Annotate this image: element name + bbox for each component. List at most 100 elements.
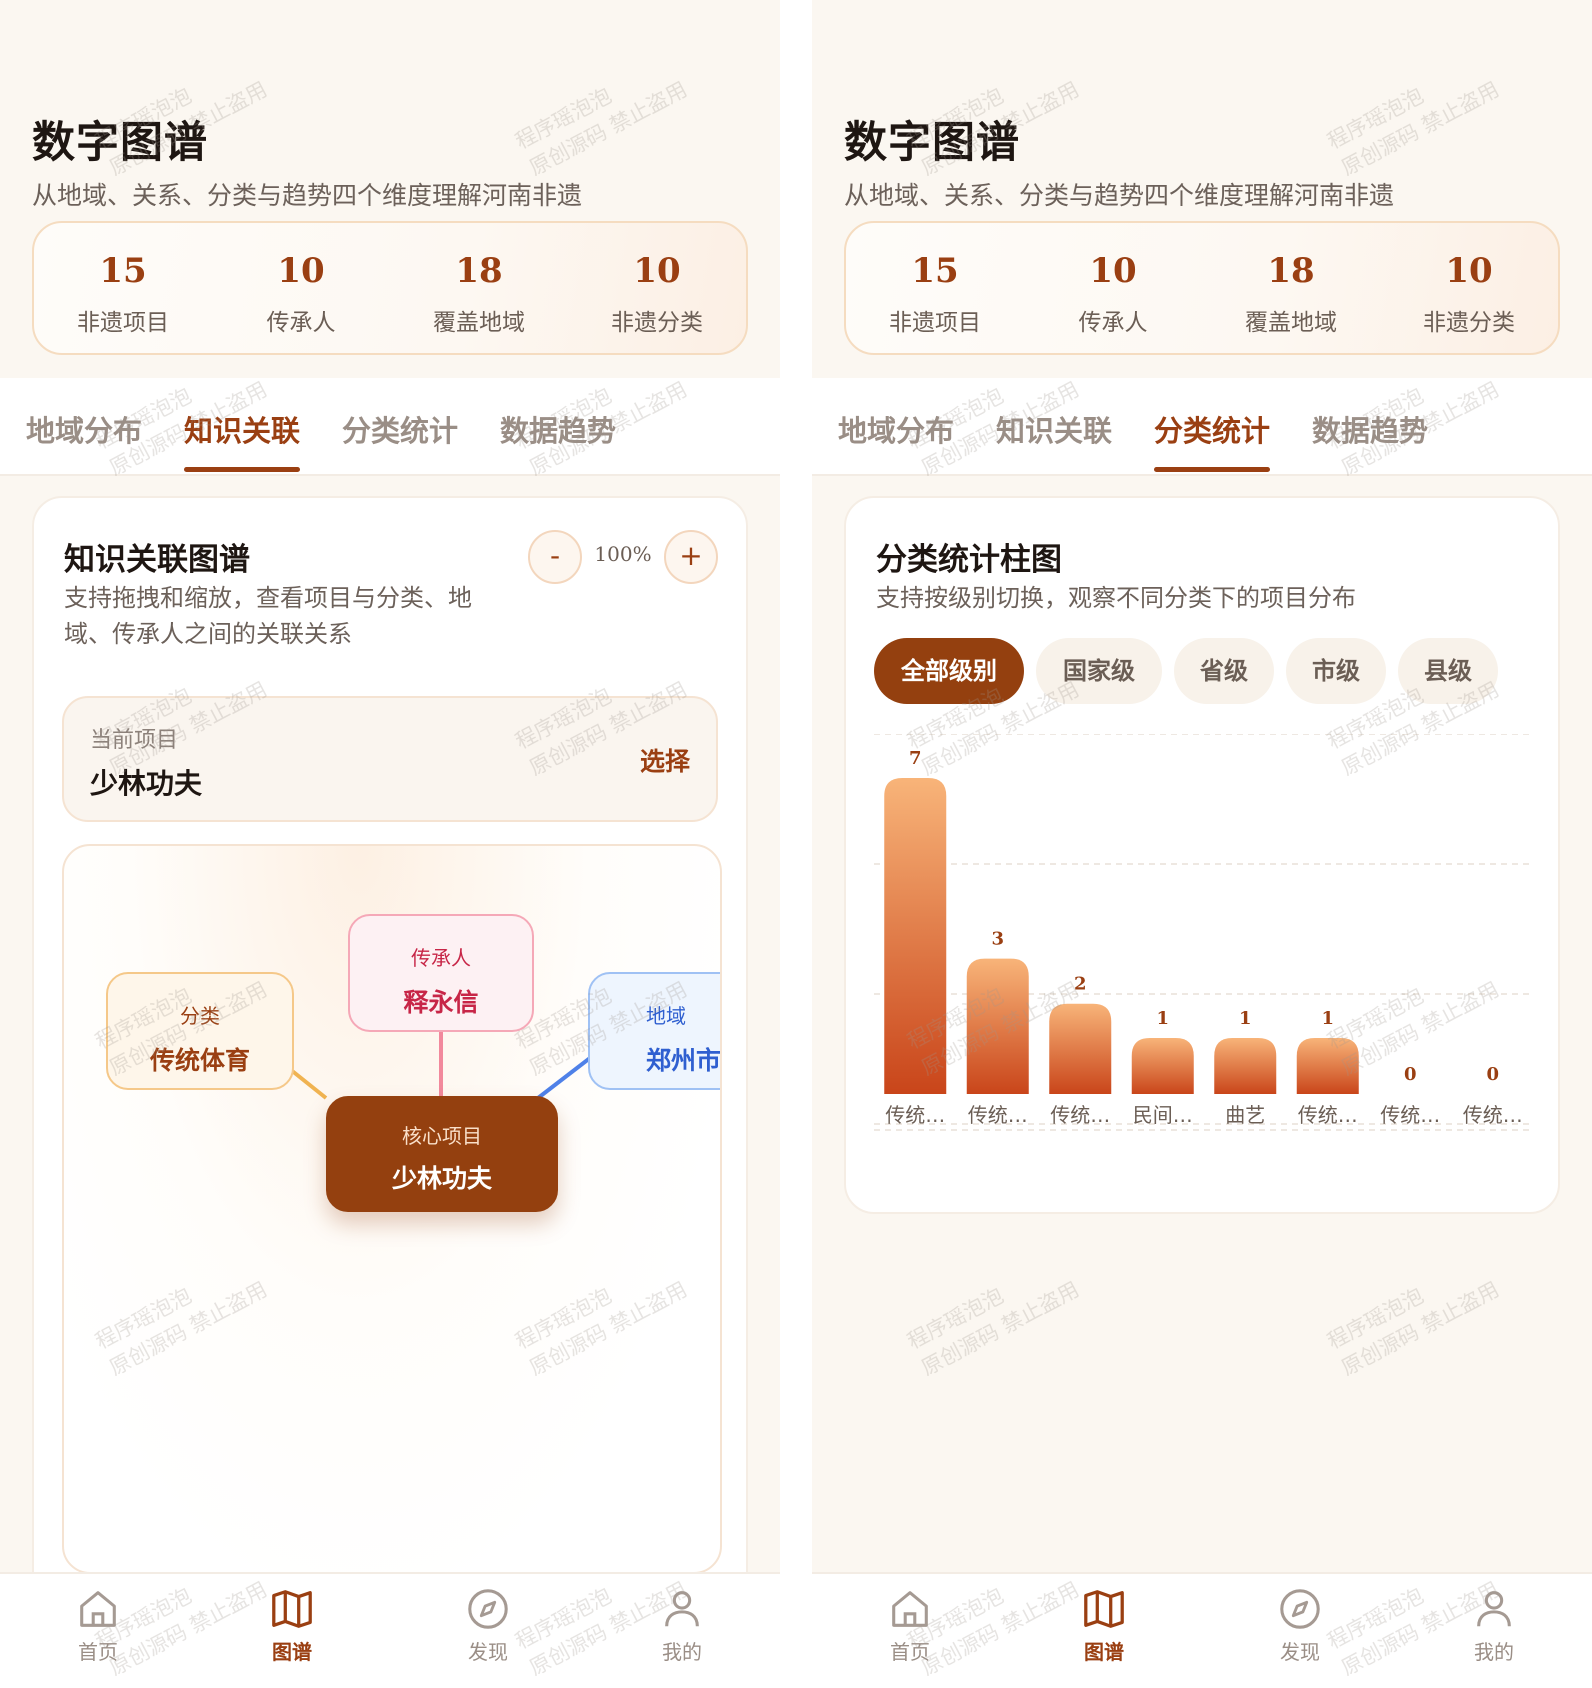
tabbar-discover[interactable]: 发现 bbox=[428, 1586, 548, 1665]
tab-knowledge[interactable]: 知识关联 bbox=[996, 408, 1112, 450]
page-title: 数字图谱 bbox=[844, 118, 1020, 168]
compass-icon bbox=[468, 1589, 508, 1629]
bar[interactable] bbox=[966, 958, 1029, 1094]
filter-provincial[interactable]: 省级 bbox=[1174, 638, 1274, 704]
bar[interactable] bbox=[1131, 1038, 1194, 1094]
stat-label: 非遗分类 bbox=[1423, 310, 1515, 336]
node-kind: 地域 bbox=[646, 1004, 686, 1028]
bar-value-label: 7 bbox=[909, 748, 922, 769]
tab-category[interactable]: 分类统计 bbox=[342, 408, 458, 450]
tabbar-profile[interactable]: 我的 bbox=[1434, 1586, 1554, 1665]
stat-label: 覆盖地域 bbox=[1245, 310, 1337, 336]
tabbar-label: 发现 bbox=[1280, 1640, 1320, 1664]
edge-region bbox=[536, 1056, 592, 1100]
tab-knowledge[interactable]: 知识关联 bbox=[184, 408, 301, 472]
tabbar-home[interactable]: 首页 bbox=[850, 1586, 970, 1665]
stat-inheritors: 10 传承人 bbox=[212, 223, 390, 353]
stat-label: 非遗项目 bbox=[77, 310, 169, 336]
current-project-label: 当前项目 bbox=[90, 728, 179, 753]
tab-region[interactable]: 地域分布 bbox=[26, 408, 142, 450]
watermark: 程序瑶泡泡 原创源码 禁止盗用 bbox=[1323, 1277, 1503, 1381]
node-category[interactable]: 分类 传统体育 bbox=[106, 972, 294, 1090]
screen-category-stats: 数字图谱 从地域、关系、分类与趋势四个维度理解河南非遗 15 非遗项目 10 传… bbox=[812, 0, 1592, 1688]
graph-canvas[interactable]: 分类 传统体育 传承人 释永信 地域 郑州市 核心项目 少林功夫 bbox=[62, 844, 722, 1574]
bar[interactable] bbox=[1296, 1038, 1359, 1094]
card-description-line: 支持拖拽和缩放，查看项目与分类、地 bbox=[64, 584, 472, 612]
stat-value: 10 bbox=[633, 251, 681, 291]
tabbar-label: 图谱 bbox=[1084, 1640, 1124, 1664]
user-icon bbox=[665, 1591, 699, 1627]
tabbar-label: 首页 bbox=[890, 1640, 930, 1664]
stat-value: 18 bbox=[1267, 251, 1315, 291]
stat-projects: 15 非遗项目 bbox=[34, 223, 212, 353]
node-region[interactable]: 地域 郑州市 bbox=[588, 972, 720, 1090]
bar[interactable] bbox=[884, 778, 947, 1094]
page-header: 数字图谱 从地域、关系、分类与趋势四个维度理解河南非遗 15 非遗项目 10 传… bbox=[0, 0, 780, 378]
bar-value-label: 0 bbox=[1486, 1064, 1499, 1085]
bar-chart-svg: 7 传统… 3 传统… 2 传统… 1 民间… 1 曲艺 1 传统… 0 传统… 0 传统… bbox=[874, 734, 1534, 1131]
tabbar-label: 我的 bbox=[662, 1640, 702, 1664]
stat-label: 传承人 bbox=[266, 310, 336, 336]
bar[interactable] bbox=[1049, 1003, 1112, 1094]
tab-trend[interactable]: 数据趋势 bbox=[500, 408, 616, 450]
stat-value: 10 bbox=[1445, 251, 1493, 291]
current-project-box: 当前项目 少林功夫 选择 bbox=[62, 696, 718, 822]
stat-categories: 10 非遗分类 bbox=[568, 223, 746, 353]
node-inheritor[interactable]: 传承人 释永信 bbox=[348, 914, 534, 1032]
tabbar-label: 发现 bbox=[468, 1640, 508, 1664]
bar[interactable] bbox=[1214, 1038, 1277, 1094]
home-icon bbox=[892, 1591, 928, 1627]
node-kind: 分类 bbox=[180, 1004, 220, 1028]
zoom-level: 100% bbox=[594, 542, 652, 566]
tab-trend[interactable]: 数据趋势 bbox=[1312, 408, 1428, 450]
tab-bar: 地域分布 知识关联 分类统计 数据趋势 bbox=[812, 378, 1592, 476]
bar-value-label: 3 bbox=[991, 929, 1004, 950]
bar-value-label: 1 bbox=[1321, 1008, 1334, 1029]
zoom-out-button[interactable]: - bbox=[528, 530, 582, 584]
tabbar-label: 图谱 bbox=[272, 1640, 312, 1664]
tabbar-label: 首页 bbox=[78, 1640, 118, 1664]
card-title: 知识关联图谱 bbox=[64, 542, 250, 578]
bottom-tabbar: 首页 图谱 发现 我的 bbox=[0, 1572, 780, 1688]
node-kind: 核心项目 bbox=[402, 1124, 482, 1148]
tabbar-graph[interactable]: 图谱 bbox=[232, 1586, 352, 1665]
map-icon bbox=[272, 1590, 312, 1628]
filter-all-levels[interactable]: 全部级别 bbox=[874, 638, 1024, 704]
tab-category[interactable]: 分类统计 bbox=[1154, 408, 1271, 472]
stat-value: 10 bbox=[1089, 251, 1137, 291]
node-value: 少林功夫 bbox=[391, 1164, 492, 1193]
stat-label: 覆盖地域 bbox=[433, 310, 525, 336]
bar-value-label: 1 bbox=[1156, 1008, 1169, 1029]
current-project-name: 少林功夫 bbox=[90, 767, 203, 800]
tab-bar: 地域分布 知识关联 分类统计 数据趋势 bbox=[0, 378, 780, 476]
filter-city[interactable]: 市级 bbox=[1286, 638, 1386, 704]
tab-region[interactable]: 地域分布 bbox=[838, 408, 954, 450]
stats-card: 15 非遗项目 10 传承人 18 覆盖地域 10 非遗分类 bbox=[32, 221, 748, 355]
filter-county[interactable]: 县级 bbox=[1398, 638, 1498, 704]
select-project-button[interactable]: 选择 bbox=[640, 742, 690, 778]
node-value: 释永信 bbox=[403, 988, 479, 1017]
stat-inheritors: 10 传承人 bbox=[1024, 223, 1202, 353]
tabbar-home[interactable]: 首页 bbox=[38, 1586, 158, 1665]
bottom-tabbar: 首页 图谱 发现 我的 bbox=[812, 1572, 1592, 1688]
tabbar-label: 我的 bbox=[1474, 1640, 1514, 1664]
home-icon bbox=[80, 1591, 116, 1627]
stat-label: 非遗项目 bbox=[889, 310, 981, 336]
card-title: 分类统计柱图 bbox=[876, 542, 1062, 578]
x-tick-label: 传统… bbox=[885, 1103, 945, 1127]
bar-chart: 7 传统… 3 传统… 2 传统… 1 民间… 1 曲艺 1 传统… 0 传统… 0 传统… bbox=[874, 734, 1534, 1154]
screen-knowledge-graph: 数字图谱 从地域、关系、分类与趋势四个维度理解河南非遗 15 非遗项目 10 传… bbox=[0, 0, 780, 1688]
stat-value: 15 bbox=[911, 251, 959, 291]
filter-national[interactable]: 国家级 bbox=[1036, 638, 1162, 704]
tabbar-graph[interactable]: 图谱 bbox=[1044, 1586, 1164, 1665]
x-tick-label: 传统… bbox=[1463, 1103, 1523, 1127]
stats-card: 15 非遗项目 10 传承人 18 覆盖地域 10 非遗分类 bbox=[844, 221, 1560, 355]
tabbar-profile[interactable]: 我的 bbox=[622, 1586, 742, 1665]
tabbar-discover[interactable]: 发现 bbox=[1240, 1586, 1360, 1665]
stat-projects: 15 非遗项目 bbox=[846, 223, 1024, 353]
zoom-in-button[interactable]: + bbox=[664, 530, 718, 584]
stat-value: 18 bbox=[455, 251, 503, 291]
card-description-line: 域、传承人之间的关联关系 bbox=[64, 620, 352, 648]
node-kind: 传承人 bbox=[411, 946, 471, 970]
node-core-project[interactable]: 核心项目 少林功夫 bbox=[326, 1096, 558, 1212]
